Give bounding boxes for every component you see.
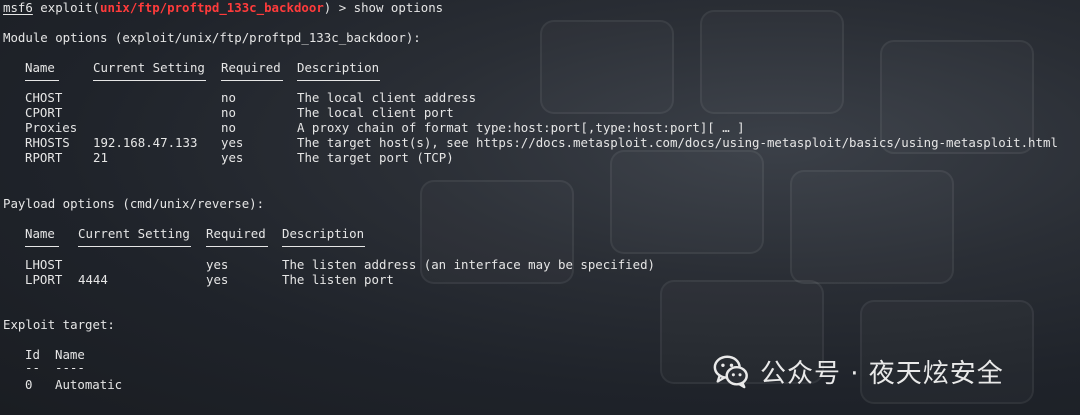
payload-header-underline (282, 246, 365, 247)
option-required: no (221, 90, 236, 105)
prompt-suffix: ) > (323, 0, 354, 15)
module-options-title: Module options (exploit/unix/ftp/proftpd… (3, 30, 421, 45)
option-name: LPORT (25, 272, 63, 287)
command-prompt-line: msf6 exploit(unix/ftp/proftpd_133c_backd… (3, 0, 443, 15)
payload-header-setting: Current Setting (78, 226, 190, 241)
payload-header-description: Description (282, 226, 365, 241)
module-header-name: Name (25, 60, 55, 75)
option-name: RPORT (25, 150, 63, 165)
module-header-underline (221, 80, 283, 81)
payload-header-underline (206, 246, 268, 247)
option-required: yes (206, 272, 229, 287)
watermark-text: 公众号 · 夜天炫安全 (760, 358, 1004, 389)
prompt-command: show options (353, 0, 444, 15)
target-header-dash: ---- (55, 360, 85, 375)
module-header-required: Required (221, 60, 281, 75)
module-header-underline (297, 80, 380, 81)
module-header-underline (25, 80, 59, 81)
payload-header-required: Required (206, 226, 266, 241)
prompt-module-name: unix/ftp/proftpd_133c_backdoor (99, 0, 324, 15)
option-name: CPORT (25, 105, 63, 120)
target-header-dash: -- (25, 360, 40, 375)
payload-header-underline (25, 246, 59, 247)
option-description: The local client port (297, 105, 454, 120)
option-required: yes (221, 135, 244, 150)
module-header-description: Description (297, 60, 380, 75)
option-required: yes (221, 150, 244, 165)
watermark: 公众号 · 夜天炫安全 (712, 352, 1004, 390)
option-setting: 21 (93, 150, 108, 165)
payload-options-title: Payload options (cmd/unix/reverse): (3, 196, 265, 211)
option-setting: 4444 (78, 272, 108, 287)
target-name: Automatic (55, 377, 123, 392)
module-header-underline (93, 80, 206, 81)
module-header-setting: Current Setting (93, 60, 205, 75)
option-description: The target host(s), see https://docs.met… (297, 135, 1058, 150)
option-name: CHOST (25, 90, 63, 105)
prompt-prefix: msf6 (3, 0, 33, 15)
option-required: no (221, 105, 236, 120)
option-description: The target port (TCP) (297, 150, 454, 165)
payload-header-name: Name (25, 226, 55, 241)
wechat-icon (713, 355, 748, 389)
option-setting: 192.168.47.133 (93, 135, 198, 150)
option-description: The listen port (282, 272, 394, 287)
option-description: A proxy chain of format type:host:port[,… (297, 120, 745, 135)
option-name: LHOST (25, 257, 63, 272)
option-description: The local client address (297, 90, 477, 105)
exploit-target-title: Exploit target: (3, 317, 115, 332)
option-name: Proxies (25, 120, 78, 135)
option-required: yes (206, 257, 229, 272)
option-required: no (221, 120, 236, 135)
target-id: 0 (25, 377, 33, 392)
prompt-exploit-label: exploit( (32, 0, 100, 15)
option-name: RHOSTS (25, 135, 70, 150)
option-description: The listen address (an interface may be … (282, 257, 655, 272)
payload-header-underline (78, 246, 191, 247)
